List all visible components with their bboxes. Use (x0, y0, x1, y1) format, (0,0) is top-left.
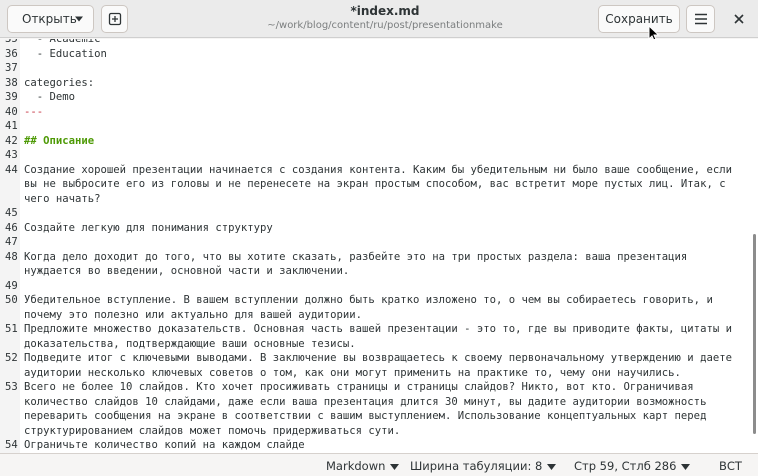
line-number: 42 (5, 134, 18, 147)
line-number: 53 (5, 381, 18, 393)
line-number: 54 (5, 439, 18, 451)
chevron-down-icon (75, 16, 83, 22)
editor-line: 51 Предложите множество доказательств. Ос… (0, 322, 758, 337)
line-number: 38 (5, 76, 18, 89)
line-text: нуждается во введении, основной части и … (24, 265, 350, 277)
line-text: - Demo (24, 91, 76, 103)
editor-line: 40 --- (0, 105, 758, 120)
line-number: 36 (5, 47, 18, 60)
editor-line: 41 (0, 119, 758, 134)
editor-line: 54 Ограничьте количество копий на каждом … (0, 438, 758, 453)
insert-mode-indicator: ВСТ (719, 459, 742, 473)
editor-line: 43 (0, 148, 758, 163)
language-selector[interactable]: Markdown (326, 459, 400, 473)
menu-button[interactable] (686, 5, 715, 33)
editor-line: 53 Всего не более 10 слайдов. Кто хочет п… (0, 380, 758, 395)
line-number: 52 (5, 352, 18, 364)
tab-width-label: Ширина табуляции: 8 (410, 459, 543, 473)
line-text: Убедительное вступление. В вашем вступле… (24, 294, 713, 306)
line-text: количество слайдов 10 слайдами, даже есл… (24, 395, 707, 408)
dropdown-arrow-icon (547, 463, 557, 470)
line-text: ## Описание (24, 134, 95, 147)
document-title: *index.md (350, 4, 420, 18)
line-text: Всего не более 10 слайдов. Кто хочет про… (24, 381, 694, 393)
line-text: Подведите итог с ключевыми выводами. В з… (24, 352, 732, 364)
editor-line: 48 Когда дело доходит до того, что вы хот… (0, 250, 758, 265)
editor-line: аудитории несколько ключевых советов о т… (0, 366, 758, 381)
line-number: 41 (5, 120, 18, 132)
line-number: 46 (5, 221, 18, 234)
editor-line: доказательства, подтверждающие ваши осно… (0, 337, 758, 352)
line-text: - Academic (24, 39, 101, 45)
line-text: Предложите множество доказательств. Осно… (24, 323, 732, 335)
editor-line: 44 Создание хорошей презентации начинаетс… (0, 163, 758, 178)
line-number: 37 (5, 62, 18, 74)
line-text: аудитории несколько ключевых советов о т… (24, 366, 681, 379)
editor-line: 45 (0, 206, 758, 221)
line-number: 39 (5, 91, 18, 103)
line-number: 40 (5, 105, 18, 118)
editor-line: 37 (0, 61, 758, 76)
line-number: 35 (5, 39, 18, 45)
line-number: 49 (5, 279, 18, 292)
status-bar: Markdown Ширина табуляции: 8 Стр 59, Стл… (0, 453, 758, 476)
editor-line: переварить сообщения на экране в соответ… (0, 409, 758, 424)
editor-line: почему это полезно или актуально для ваш… (0, 308, 758, 323)
new-tab-button[interactable] (101, 5, 128, 33)
close-button[interactable] (725, 5, 753, 33)
line-text: Когда дело доходит до того, что вы хотит… (24, 250, 688, 263)
open-button-label: Открыть (22, 12, 77, 26)
editor-line: структурированием слайдов может помочь п… (0, 424, 758, 439)
header-bar: Открыть *index.md ~/work/blog/content/ru… (0, 0, 758, 43)
line-number: 47 (5, 236, 18, 248)
close-icon (734, 14, 744, 24)
cursor-position-selector[interactable]: Стр 59, Стлб 286 (574, 459, 691, 473)
line-text: --- (24, 105, 44, 118)
editor-line: нуждается во введении, основной части и … (0, 264, 758, 279)
line-number: 45 (5, 207, 18, 219)
hamburger-menu-icon (694, 13, 707, 25)
language-label: Markdown (326, 459, 386, 473)
line-text: структурированием слайдов может помочь п… (24, 424, 401, 437)
editor-line: 50 Убедительное вступление. В вашем вступ… (0, 293, 758, 308)
line-number: 50 (5, 294, 18, 306)
editor-line: 35 - Academic (0, 39, 758, 47)
line-text: чего начать? (24, 192, 101, 205)
window-title-area: *index.md ~/work/blog/content/ru/post/pr… (250, 3, 520, 33)
line-text: Создайте легкую для понимания структуру (24, 221, 273, 234)
save-button[interactable]: Сохранить (598, 5, 680, 33)
line-text: Ограничьте количество копий на каждом сл… (24, 439, 305, 451)
editor-line: вы не выбросите его из головы и не перен… (0, 177, 758, 192)
editor-line: 52 Подведите итог с ключевыми выводами. В… (0, 351, 758, 366)
editor-line: чего начать? (0, 192, 758, 207)
editor-line: 46 Создайте легкую для понимания структур… (0, 221, 758, 236)
line-text: переварить сообщения на экране в соответ… (24, 410, 707, 422)
document-path: ~/work/blog/content/ru/post/presentation… (267, 20, 503, 31)
line-number: 48 (5, 250, 18, 263)
dropdown-arrow-icon (681, 463, 691, 470)
editor-line: 39 - Demo (0, 90, 758, 105)
editor-line: 42 ## Описание (0, 134, 758, 149)
editor-line: 38 categories: (0, 76, 758, 91)
tab-width-selector[interactable]: Ширина табуляции: 8 (410, 459, 557, 473)
editor-line: 49 (0, 279, 758, 294)
line-text: почему это полезно или актуально для ваш… (24, 308, 363, 321)
line-text: Создание хорошей презентации начинается … (24, 163, 732, 176)
line-text: доказательства, подтверждающие ваши осно… (24, 337, 356, 350)
dropdown-arrow-icon (390, 463, 400, 470)
text-editor[interactable]: 35 - Academic 36 - Education 37 38 categorie… (0, 39, 758, 453)
open-button[interactable]: Открыть (7, 5, 94, 33)
new-tab-icon (108, 12, 121, 26)
line-text: - Education (24, 47, 107, 60)
line-text: вы не выбросите его из головы и не перен… (24, 178, 726, 190)
cursor-position-label: Стр 59, Стлб 286 (574, 459, 677, 473)
line-number: 44 (5, 163, 18, 176)
line-text: categories: (24, 76, 95, 89)
editor-line: количество слайдов 10 слайдами, даже есл… (0, 395, 758, 410)
line-number: 43 (5, 149, 18, 161)
editor-line: 36 - Education (0, 47, 758, 62)
vertical-scrollbar[interactable] (753, 234, 756, 434)
line-number: 51 (5, 323, 18, 335)
editor-line: 47 (0, 235, 758, 250)
